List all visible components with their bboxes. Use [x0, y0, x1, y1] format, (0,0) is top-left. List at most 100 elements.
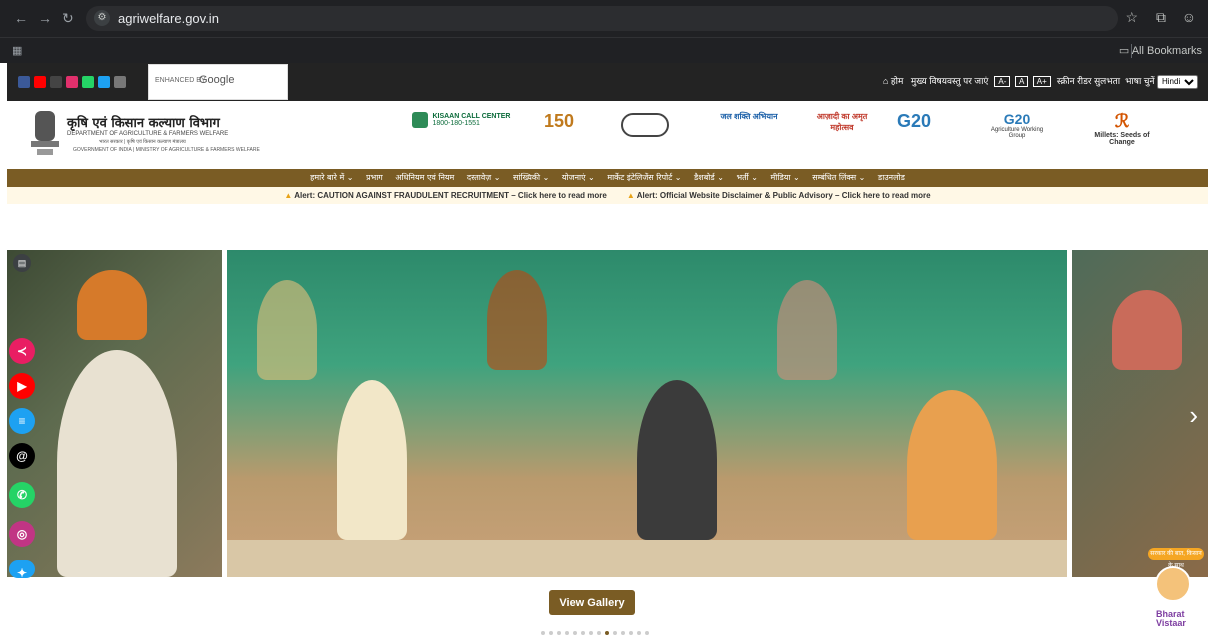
share-side-icon[interactable]: ≺	[9, 338, 35, 364]
apps-icon[interactable]: ▦	[12, 44, 24, 57]
logo-150-years[interactable]: 150	[544, 111, 574, 132]
carousel-next-icon[interactable]: ›	[1189, 400, 1198, 431]
carousel-dot[interactable]	[573, 631, 577, 635]
nav-recruitment[interactable]: भर्ती ⌄	[736, 173, 758, 182]
carousel-slide-current	[227, 250, 1067, 577]
google-label: Google	[199, 74, 235, 86]
profile-icon[interactable]: ☺	[1182, 9, 1196, 25]
nav-related-links[interactable]: सम्बंधित लिंक्स ⌄	[812, 173, 865, 182]
address-bar[interactable]: ⚙ agriwelfare.gov.in	[86, 6, 1118, 31]
whatsapp-side-icon[interactable]: ✆	[9, 482, 35, 508]
chatbot-avatar-icon[interactable]	[1155, 566, 1191, 602]
browser-toolbar: ← → ↻ ⚙ agriwelfare.gov.in ☆ ⧉ ☺	[0, 0, 1208, 37]
swachh-bharat-logo[interactable]	[621, 113, 669, 137]
kcc-number: 1800-180-1551	[432, 119, 480, 127]
alert-bar: ▲ Alert: CAUTION AGAINST FRAUDULENT RECR…	[7, 187, 1208, 204]
azadi-amrit-mahotsav-logo[interactable]: आज़ादी का अमृत महोत्सव	[810, 111, 874, 133]
all-bookmarks-button[interactable]: ▭ All Bookmarks	[1119, 44, 1202, 57]
carousel-slide-prev	[7, 250, 222, 577]
carousel-dot[interactable]	[581, 631, 585, 635]
font-increase-button[interactable]: A+	[1032, 76, 1051, 87]
back-icon[interactable]: ←	[14, 10, 28, 26]
carousel-slide-next	[1072, 250, 1208, 577]
instagram-side-icon[interactable]: ◎	[9, 521, 35, 547]
forward-icon[interactable]: →	[38, 10, 52, 26]
google-search-box[interactable]: ENHANCED BY Google	[148, 64, 288, 100]
dept-title-english: DEPARTMENT OF AGRICULTURE & FARMERS WELF…	[67, 131, 229, 137]
x-twitter-icon[interactable]	[50, 76, 62, 88]
nav-dashboard[interactable]: डैशबोर्ड ⌄	[694, 173, 724, 182]
font-decrease-button[interactable]: A-	[994, 76, 1011, 87]
site-info-icon[interactable]: ⚙	[94, 10, 110, 26]
instagram-icon[interactable]	[66, 76, 78, 88]
dept-title-hindi: कृषि एवं किसान कल्याण विभाग	[67, 116, 220, 131]
carousel-dot[interactable]	[541, 631, 545, 635]
home-link[interactable]: होम	[891, 76, 904, 86]
bookmark-star-icon[interactable]: ☆	[1125, 9, 1138, 26]
language-label: भाषा चुनें	[1125, 76, 1155, 86]
bharat-vistaar-logo[interactable]: Bharat Vistaar	[1156, 610, 1186, 628]
carousel-dot[interactable]	[557, 631, 561, 635]
millets-logo[interactable]: ℛ Millets: Seeds of Change	[1087, 111, 1157, 146]
share-icon[interactable]	[114, 76, 126, 88]
twitter-side-icon[interactable]: ✦	[9, 560, 35, 580]
carousel-dot[interactable]	[645, 631, 649, 635]
koo-icon[interactable]	[98, 76, 110, 88]
skip-to-content-link[interactable]: मुख्य विषयवस्तु पर जाएं	[911, 76, 989, 86]
nav-acts-rules[interactable]: अधिनियम एवं नियम	[395, 173, 454, 182]
national-emblem-icon	[31, 111, 59, 155]
nav-schemes[interactable]: योजनाएं ⌄	[562, 173, 595, 182]
nav-market-intel[interactable]: मार्केट इंटेलिजेंस रिपोर्ट ⌄	[607, 173, 681, 182]
vistaar-text: Vistaar	[1156, 618, 1186, 628]
warning-icon: ▲	[626, 191, 635, 200]
threads-side-icon[interactable]: @	[9, 443, 35, 469]
alert-disclaimer-link[interactable]: Alert: Official Website Disclaimer & Pub…	[637, 191, 931, 200]
carousel-dot[interactable]	[637, 631, 641, 635]
carousel-dot[interactable]	[621, 631, 625, 635]
nav-downloads[interactable]: डाउनलोड	[878, 173, 905, 182]
g20-agriculture-logo[interactable]: G20 Agriculture Working Group	[982, 111, 1052, 139]
language-select[interactable]: Hindi	[1157, 74, 1198, 89]
poster-person-image	[777, 280, 837, 380]
extensions-icon[interactable]: ⧉	[1156, 9, 1166, 26]
millets-mark-icon: ℛ	[1114, 111, 1130, 131]
koo-side-icon[interactable]: ≡	[9, 408, 35, 434]
whatsapp-icon[interactable]	[82, 76, 94, 88]
poster-person-image	[487, 270, 547, 370]
home-icon[interactable]: ⌂	[883, 76, 888, 86]
carousel-dot[interactable]	[597, 631, 601, 635]
nav-statistics[interactable]: सांख्यिकी ⌄	[513, 173, 549, 182]
kisaan-call-center-logo[interactable]: KISAAN CALL CENTER 1800-180-1551	[412, 111, 511, 129]
nav-documents[interactable]: दस्तावेज़ ⌄	[467, 173, 501, 182]
nav-divisions[interactable]: प्रभाग	[366, 173, 383, 182]
site-topbar: ENHANCED BY Google ⌂ होम मुख्य विषयवस्तु…	[7, 63, 1208, 101]
reload-icon[interactable]: ↻	[62, 10, 74, 27]
jal-shakti-logo[interactable]: जल शक्ति अभियान	[719, 111, 779, 122]
nav-media[interactable]: मीडिया ⌄	[771, 173, 800, 182]
site-header: कृषि एवं किसान कल्याण विभाग DEPARTMENT O…	[7, 101, 1208, 169]
stage-table	[227, 540, 1067, 577]
all-bookmarks-label: All Bookmarks	[1131, 45, 1202, 57]
carousel-dot[interactable]	[613, 631, 617, 635]
search-enhanced-label: ENHANCED BY	[155, 77, 206, 84]
official-woman-left-image	[337, 380, 407, 540]
screen-reader-link[interactable]: स्क्रीन रीडर सुलभता	[1057, 76, 1120, 86]
official-woman-right-image	[907, 390, 997, 540]
main-nav: हमारे बारे में ⌄ प्रभाग अधिनियम एवं नियम…	[7, 169, 1208, 187]
gov-english-line: GOVERNMENT OF INDIA | MINISTRY OF AGRICU…	[73, 147, 260, 153]
screenshot-tool-icon[interactable]: ▤	[13, 254, 31, 272]
carousel-dot[interactable]	[549, 631, 553, 635]
carousel-dot[interactable]	[629, 631, 633, 635]
youtube-icon[interactable]	[34, 76, 46, 88]
nav-about[interactable]: हमारे बारे में ⌄	[310, 173, 353, 182]
alert-fraud-link[interactable]: Alert: CAUTION AGAINST FRAUDULENT RECRUI…	[294, 191, 607, 200]
facebook-icon[interactable]	[18, 76, 30, 88]
carousel-dot[interactable]	[589, 631, 593, 635]
carousel-dot-active[interactable]	[605, 631, 609, 635]
g20-logo-1[interactable]: G20	[897, 111, 931, 132]
youtube-side-icon[interactable]: ▶	[9, 373, 35, 399]
font-normal-button[interactable]: A	[1014, 76, 1029, 87]
carousel-dot[interactable]	[565, 631, 569, 635]
view-gallery-button[interactable]: View Gallery	[549, 590, 635, 615]
warning-icon: ▲	[284, 191, 293, 200]
